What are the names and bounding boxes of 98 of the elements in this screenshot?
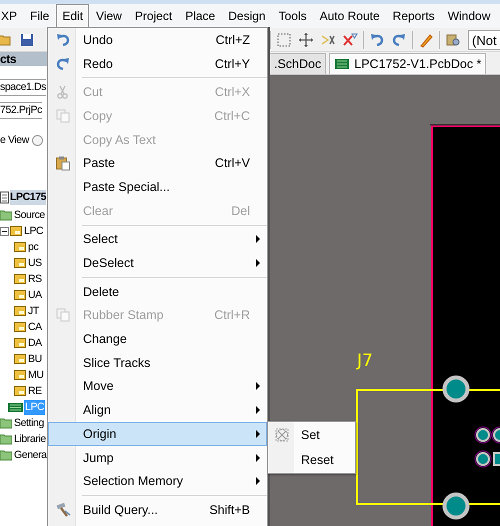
menu-item[interactable]: Paste Ctrl+V bbox=[48, 151, 267, 176]
redo-icon bbox=[55, 56, 71, 72]
tree-item[interactable]: MU bbox=[27, 368, 45, 382]
scissors-icon bbox=[55, 84, 71, 100]
designator-label: J7 bbox=[357, 351, 373, 371]
sheet-icon bbox=[14, 385, 26, 397]
shortcut-label: Ctrl+Z bbox=[216, 32, 250, 47]
menu-item[interactable]: Place bbox=[179, 4, 222, 28]
tree-item[interactable]: CA bbox=[27, 320, 43, 334]
workspace-field[interactable]: space1.Ds bbox=[0, 79, 46, 96]
clipboard-icon bbox=[55, 155, 71, 172]
inspect-icon[interactable] bbox=[445, 32, 461, 48]
pcb-icon bbox=[334, 57, 350, 71]
panel-title: cts bbox=[0, 52, 47, 66]
copy-icon bbox=[55, 108, 71, 124]
menu-item[interactable]: Undo Ctrl+Z bbox=[48, 28, 267, 52]
menu-item[interactable]: Origin bbox=[48, 422, 267, 446]
tree-item[interactable]: RS bbox=[27, 272, 43, 286]
tree-item[interactable]: Librarie bbox=[13, 432, 47, 446]
pad bbox=[493, 452, 500, 466]
menu-item[interactable]: Move bbox=[48, 374, 267, 398]
tree-item[interactable]: UA bbox=[27, 288, 43, 302]
menu-item[interactable]: Redo Ctrl+Y bbox=[48, 52, 267, 76]
menu-item[interactable]: Jump bbox=[48, 446, 267, 470]
pad bbox=[442, 376, 470, 402]
folder-icon bbox=[0, 209, 12, 221]
menu-item[interactable]: Edit bbox=[56, 4, 90, 28]
undo-icon[interactable] bbox=[369, 32, 385, 48]
menu-item[interactable]: Reset bbox=[268, 448, 355, 473]
menu-item[interactable]: Project bbox=[128, 4, 178, 28]
menu-item[interactable]: View bbox=[90, 4, 128, 28]
shortcut-label: Del bbox=[231, 204, 250, 218]
shortcut-label: Ctrl+R bbox=[214, 308, 250, 322]
tree-item[interactable]: pc bbox=[27, 240, 40, 254]
menu-item[interactable]: Align bbox=[48, 398, 267, 422]
selection-icon[interactable] bbox=[276, 32, 292, 48]
menu-item[interactable]: Tools bbox=[272, 4, 313, 28]
shortcut-label: Shift+B bbox=[209, 502, 250, 517]
tree-item[interactable]: DA bbox=[27, 336, 43, 350]
tree-item[interactable]: Source bbox=[13, 208, 46, 222]
save-icon[interactable] bbox=[19, 32, 35, 48]
folder-icon bbox=[0, 417, 12, 429]
tree-item[interactable]: RE bbox=[27, 384, 43, 398]
sheet-icon bbox=[14, 257, 26, 269]
move-icon[interactable] bbox=[298, 32, 314, 48]
menu-item[interactable]: Delete bbox=[48, 280, 267, 304]
folder-icon bbox=[0, 449, 12, 461]
hammer-icon bbox=[55, 502, 71, 518]
sheet-icon bbox=[14, 369, 26, 381]
menu-item[interactable]: File bbox=[24, 4, 56, 28]
menu-item[interactable]: Build Query... Shift+B bbox=[48, 498, 267, 522]
tree-item[interactable]: BU bbox=[27, 352, 43, 366]
menu-item[interactable]: Auto Route bbox=[314, 4, 386, 28]
filter-dropdown[interactable]: (Not bbox=[468, 30, 500, 50]
menu-item[interactable]: Set bbox=[268, 422, 355, 448]
menu-item[interactable]: Selection Memory bbox=[48, 469, 267, 494]
document-tab[interactable]: LPC1752-V1.PcbDoc * bbox=[329, 53, 486, 74]
document-tab[interactable]: .SchDoc bbox=[269, 53, 326, 74]
sheet-icon bbox=[14, 305, 26, 317]
sheet-icon bbox=[14, 273, 26, 285]
view-option-label[interactable]: e View bbox=[0, 134, 29, 146]
sheet-icon bbox=[14, 289, 26, 301]
menu-item[interactable]: Reports bbox=[386, 4, 441, 28]
clear-icon[interactable] bbox=[342, 32, 358, 48]
menu-item[interactable]: Change bbox=[48, 327, 267, 351]
shortcut-label: Ctrl+C bbox=[214, 108, 250, 123]
tree-item[interactable]: Setting bbox=[13, 416, 45, 430]
sheet-icon bbox=[14, 321, 26, 333]
sheet-icon bbox=[14, 337, 26, 349]
shortcut-label: Ctrl+V bbox=[214, 156, 250, 170]
tree-item[interactable]: JT bbox=[27, 304, 40, 318]
pad bbox=[442, 492, 470, 520]
menu-item[interactable]: Design bbox=[222, 4, 272, 28]
copy-icon bbox=[55, 307, 71, 324]
radio-button[interactable] bbox=[32, 134, 43, 146]
collapse-toggle[interactable] bbox=[0, 226, 9, 236]
pencil-icon[interactable] bbox=[418, 32, 434, 48]
undo-icon bbox=[55, 32, 71, 48]
tree-item[interactable]: LPC bbox=[23, 224, 44, 238]
redo-icon[interactable] bbox=[391, 32, 407, 48]
shortcut-label: Ctrl+Y bbox=[214, 56, 250, 71]
menu-item[interactable]: Paste Special... bbox=[48, 175, 267, 199]
menu-item[interactable]: XP bbox=[0, 4, 24, 28]
sheet-icon bbox=[14, 353, 26, 365]
pcb-icon bbox=[8, 400, 23, 414]
menu-item[interactable]: Select bbox=[48, 228, 267, 252]
menu-item[interactable]: DeSelect bbox=[48, 251, 267, 275]
project-field[interactable]: 752.PrjPc bbox=[0, 102, 42, 119]
tree-item[interactable]: Genera bbox=[13, 448, 47, 462]
tree-item[interactable]: LPC175 bbox=[10, 190, 46, 204]
tree-item[interactable]: US bbox=[27, 256, 43, 270]
sheet-icon bbox=[10, 225, 22, 237]
menu-item[interactable]: Window bbox=[442, 4, 496, 28]
folder-icon bbox=[0, 433, 12, 445]
menu-item[interactable]: Slice Tracks bbox=[48, 350, 267, 375]
origin-icon bbox=[274, 426, 290, 443]
sheet-icon bbox=[14, 241, 26, 253]
shortcut-label: Ctrl+X bbox=[214, 85, 250, 100]
